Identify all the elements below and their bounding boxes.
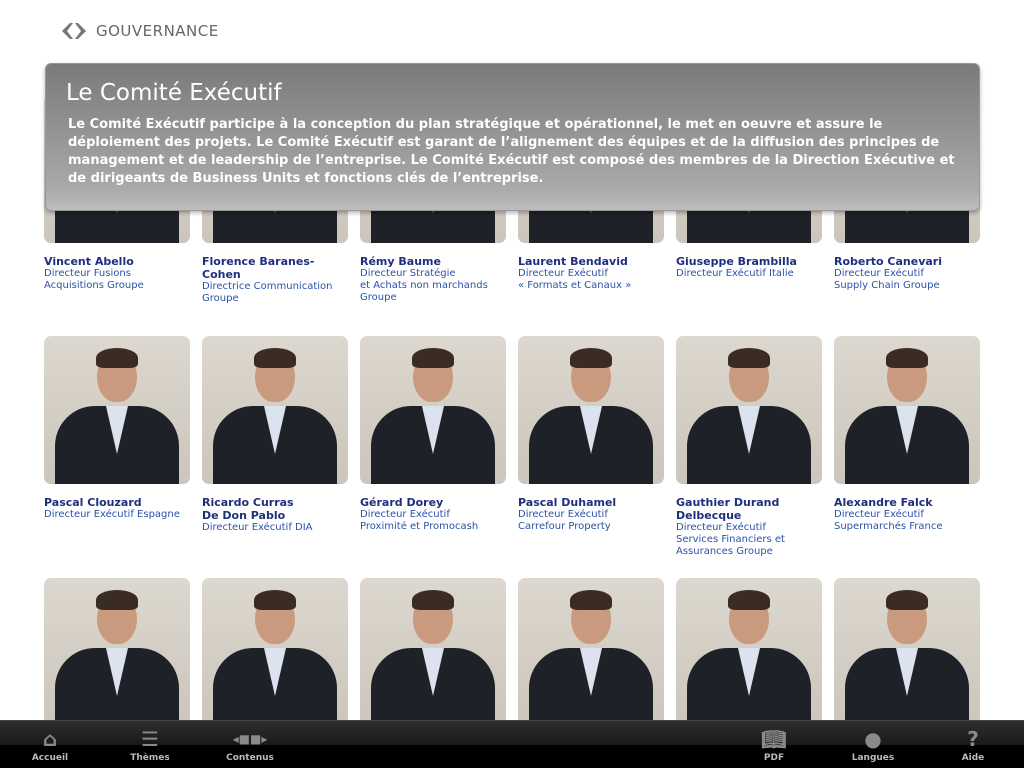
member-card[interactable]: Alexandre Falck Directeur Exécutif Superm… <box>834 336 980 533</box>
member-role: Directeur Stratégie et Achats non marcha… <box>360 268 488 303</box>
section-title: GOUVERNANCE <box>96 22 219 40</box>
member-name: Gauthier Durand Delbecque <box>676 496 780 522</box>
member-photo <box>360 336 506 484</box>
themes-label: Thèmes <box>130 753 170 763</box>
section-header: GOUVERNANCE <box>60 22 219 40</box>
member-role: Directeur Exécutif Italie <box>676 268 794 279</box>
member-role: Directrice Communication Groupe <box>202 281 333 304</box>
member-role: Directeur Exécutif « Formats et Canaux » <box>518 268 632 291</box>
member-photo <box>676 336 822 484</box>
member-name: Florence Baranes-Cohen <box>202 255 315 281</box>
member-card[interactable] <box>518 578 664 726</box>
languages-label: Langues <box>851 753 895 763</box>
home-button[interactable]: ⌂ Accueil <box>15 725 85 763</box>
member-photo <box>44 578 190 726</box>
member-photo <box>202 578 348 726</box>
languages-button[interactable]: ● Langues <box>838 725 908 763</box>
member-name: Giuseppe Brambilla <box>676 255 797 268</box>
pages-icon: ◂■■▸ <box>232 732 268 746</box>
speech-bubble-icon: ● <box>864 727 882 751</box>
member-name: Rémy Baume <box>360 255 441 268</box>
member-name: Laurent Bendavid <box>518 255 628 268</box>
book-icon: 📖︎ <box>761 727 787 751</box>
member-photo <box>834 336 980 484</box>
member-photo <box>518 578 664 726</box>
member-role: Directeur Exécutif Supermarchés France <box>834 509 943 532</box>
list-icon: ☰ <box>141 727 159 751</box>
member-role: Directeur Exécutif Espagne <box>44 509 180 520</box>
pdf-button[interactable]: 📖︎ PDF <box>739 725 809 763</box>
member-name: Gérard Dorey <box>360 496 444 509</box>
member-card[interactable]: Gauthier Durand Delbecque Directeur Exécu… <box>676 336 822 558</box>
panel-text: Le Comité Exécutif participe à la concep… <box>68 117 955 186</box>
panel-title: Le Comité Exécutif <box>66 80 282 106</box>
member-name: Pascal Clouzard <box>44 496 142 509</box>
home-label: Accueil <box>31 753 69 763</box>
member-card[interactable] <box>44 578 190 726</box>
help-label: Aide <box>961 753 985 763</box>
member-card[interactable] <box>676 578 822 726</box>
member-role: Directeur Exécutif Supply Chain Groupe <box>834 268 940 291</box>
member-photo <box>360 578 506 726</box>
member-card[interactable]: Ricardo Curras De Don Pablo Directeur Exé… <box>202 336 348 534</box>
member-name: Ricardo Curras De Don Pablo <box>202 496 294 522</box>
help-button[interactable]: ? Aide <box>938 725 1008 763</box>
home-icon: ⌂ <box>42 727 58 751</box>
member-card[interactable]: Pascal Clouzard Directeur Exécutif Espagn… <box>44 336 190 521</box>
member-name: Vincent Abello <box>44 255 134 268</box>
member-role: Directeur Exécutif Carrefour Property <box>518 509 611 532</box>
member-photo <box>834 578 980 726</box>
member-name: Pascal Duhamel <box>518 496 617 509</box>
carrefour-logo-icon <box>62 23 86 39</box>
question-icon: ? <box>967 727 979 751</box>
member-photo <box>676 578 822 726</box>
intro-panel: Le Comité Exécutif Le Comité Exécutif pa… <box>45 63 980 211</box>
themes-button[interactable]: ☰ Thèmes <box>115 725 185 763</box>
member-card[interactable] <box>360 578 506 726</box>
member-role: Directeur Exécutif DIA <box>202 522 313 533</box>
member-photo <box>44 336 190 484</box>
contents-button[interactable]: ◂■■▸ Contenus <box>215 725 285 763</box>
contents-label: Contenus <box>226 753 274 763</box>
member-role: Directeur Exécutif Proximité et Promocas… <box>360 509 479 532</box>
member-card[interactable] <box>834 578 980 726</box>
member-name: Roberto Canevari <box>834 255 943 268</box>
member-photo <box>202 336 348 484</box>
pdf-label: PDF <box>763 753 785 763</box>
member-card[interactable]: Pascal Duhamel Directeur Exécutif Carrefo… <box>518 336 664 533</box>
member-card[interactable]: Gérard Dorey Directeur Exécutif Proximité… <box>360 336 506 533</box>
member-role: Directeur Fusions Acquisitions Groupe <box>44 268 144 291</box>
member-role: Directeur Exécutif Services Financiers e… <box>676 522 785 557</box>
bottom-toolbar: ⌂ Accueil ☰ Thèmes ◂■■▸ Contenus 📖︎ PDF ● Lan… <box>0 720 1024 768</box>
member-photo <box>518 336 664 484</box>
member-card[interactable] <box>202 578 348 726</box>
member-name: Alexandre Falck <box>834 496 933 509</box>
